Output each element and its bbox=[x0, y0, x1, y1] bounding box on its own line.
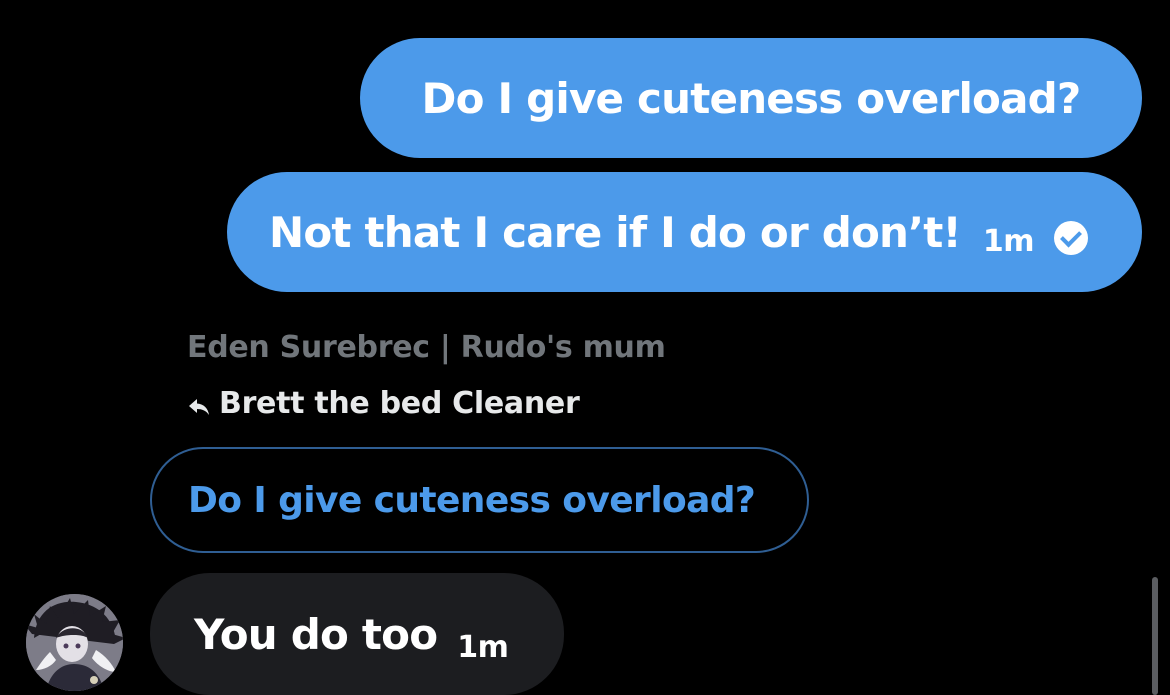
scrollbar[interactable] bbox=[1152, 577, 1158, 695]
reply-context[interactable]: Brett the bed Cleaner bbox=[187, 386, 580, 421]
message-timestamp: 1m bbox=[982, 223, 1035, 259]
quoted-message-text: Do I give cuteness overload? bbox=[188, 479, 756, 521]
quoted-message[interactable]: Do I give cuteness overload? bbox=[150, 447, 809, 553]
sent-message-bubble[interactable]: Not that I care if I do or don’t! 1m bbox=[227, 172, 1142, 292]
message-timestamp: 1m bbox=[457, 629, 509, 665]
avatar[interactable] bbox=[26, 594, 123, 691]
sent-message-bubble[interactable]: Do I give cuteness overload? bbox=[360, 38, 1142, 158]
reply-to-name: Brett the bed Cleaner bbox=[219, 386, 580, 421]
message-text: You do too bbox=[194, 609, 438, 659]
sender-name[interactable]: Eden Surebrec | Rudo's mum bbox=[187, 330, 666, 365]
received-message-bubble[interactable]: You do too 1m bbox=[150, 573, 564, 695]
check-circle-icon bbox=[1054, 221, 1089, 255]
reply-arrow-icon bbox=[187, 392, 211, 416]
message-text: Not that I care if I do or don’t! bbox=[269, 207, 962, 257]
message-text: Do I give cuteness overload? bbox=[421, 73, 1082, 123]
